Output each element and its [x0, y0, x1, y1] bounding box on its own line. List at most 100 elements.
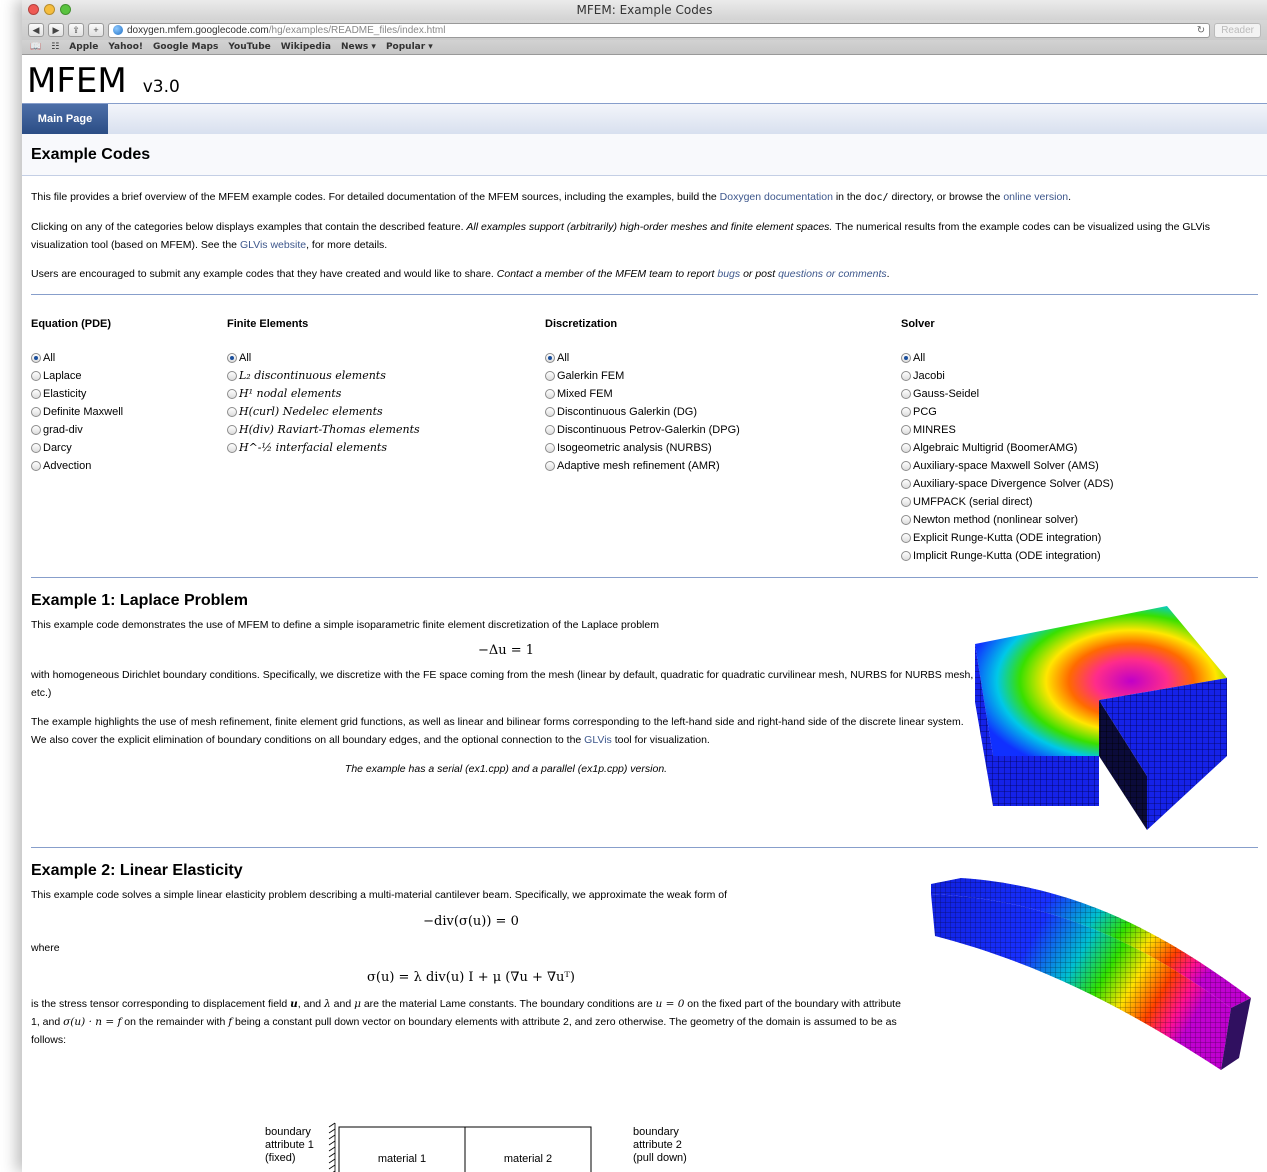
radio-icon[interactable] [901, 371, 911, 381]
reader-button[interactable]: Reader [1214, 22, 1261, 38]
mesh-left-face [993, 756, 1099, 806]
radio-icon[interactable] [901, 389, 911, 399]
radio-icon[interactable] [227, 389, 237, 399]
option-newton[interactable]: Newton method (nonlinear solver) [901, 511, 1114, 529]
intro1-text-b: in the [832, 191, 865, 203]
option-all[interactable]: All [545, 349, 740, 367]
option-pcg[interactable]: PCG [901, 403, 1114, 421]
address-bar[interactable]: doxygen.mfem.googlecode.com/hg/examples/… [108, 22, 1211, 38]
option-hdiv[interactable]: H(div) Raviart-Thomas elements [227, 421, 420, 439]
radio-icon[interactable] [31, 443, 41, 453]
bookmarks-bar: 📖 ☷ Apple Yahoo! Google Maps YouTube Wik… [22, 40, 1267, 55]
back-button[interactable]: ◀ [28, 23, 44, 37]
option-darcy[interactable]: Darcy [31, 439, 123, 457]
option-h1[interactable]: H¹ nodal elements [227, 385, 420, 403]
radio-icon[interactable] [901, 407, 911, 417]
radio-icon[interactable] [901, 497, 911, 507]
reload-icon[interactable]: ↻ [1197, 25, 1205, 36]
option-amr[interactable]: Adaptive mesh refinement (AMR) [545, 457, 740, 475]
add-bookmark-button[interactable]: + [88, 23, 104, 37]
bugs-link[interactable]: bugs [717, 268, 740, 280]
online-version-link[interactable]: online version [1003, 191, 1068, 203]
option-h-half[interactable]: H^-½ interfacial elements [227, 439, 420, 457]
option-all[interactable]: All [901, 349, 1114, 367]
bookmark-apple[interactable]: Apple [69, 42, 98, 52]
bookmark-google-maps[interactable]: Google Maps [153, 42, 218, 52]
tab-main-page[interactable]: Main Page [22, 104, 108, 134]
option-galerkin[interactable]: Galerkin FEM [545, 367, 740, 385]
radio-selected-icon[interactable] [545, 353, 555, 363]
option-label: Explicit Runge-Kutta (ODE integration) [913, 532, 1102, 544]
option-implicit-rk[interactable]: Implicit Runge-Kutta (ODE integration) [901, 547, 1114, 565]
option-umfpack[interactable]: UMFPACK (serial direct) [901, 493, 1114, 511]
radio-icon[interactable] [901, 551, 911, 561]
page-content: This file provides a brief overview of t… [22, 188, 1267, 1172]
option-gauss-seidel[interactable]: Gauss-Seidel [901, 385, 1114, 403]
radio-icon[interactable] [227, 443, 237, 453]
glvis-website-link[interactable]: GLVis website [240, 239, 306, 251]
option-definite-maxwell[interactable]: Definite Maxwell [31, 403, 123, 421]
option-label: All [557, 352, 570, 364]
radio-icon[interactable] [901, 461, 911, 471]
radio-icon[interactable] [901, 425, 911, 435]
option-jacobi[interactable]: Jacobi [901, 367, 1114, 385]
close-window-button[interactable] [28, 4, 39, 15]
option-laplace[interactable]: Laplace [31, 367, 123, 385]
option-elasticity[interactable]: Elasticity [31, 385, 123, 403]
option-hcurl[interactable]: H(curl) Nedelec elements [227, 403, 420, 421]
zoom-window-button[interactable] [60, 4, 71, 15]
bookmark-yahoo[interactable]: Yahoo! [108, 42, 143, 52]
radio-icon[interactable] [31, 425, 41, 435]
bookmark-wikipedia[interactable]: Wikipedia [281, 42, 331, 52]
left-label-line-1: boundary [265, 1126, 311, 1138]
questions-link[interactable]: questions or comments [778, 268, 887, 280]
option-all[interactable]: All [31, 349, 123, 367]
forward-button[interactable]: ▶ [48, 23, 64, 37]
radio-icon[interactable] [901, 533, 911, 543]
radio-icon[interactable] [545, 389, 555, 399]
bookmark-popular[interactable]: Popular ▾ [386, 42, 433, 52]
option-all[interactable]: All [227, 349, 420, 367]
radio-icon[interactable] [901, 479, 911, 489]
radio-icon[interactable] [545, 461, 555, 471]
minimize-window-button[interactable] [44, 4, 55, 15]
radio-icon[interactable] [227, 407, 237, 417]
option-ads[interactable]: Auxiliary-space Divergence Solver (ADS) [901, 475, 1114, 493]
radio-icon[interactable] [31, 371, 41, 381]
radio-icon[interactable] [901, 443, 911, 453]
radio-icon[interactable] [545, 407, 555, 417]
radio-icon[interactable] [227, 425, 237, 435]
share-button[interactable]: ⇪ [68, 23, 84, 37]
book-icon[interactable]: 📖 [30, 42, 41, 52]
option-minres[interactable]: MINRES [901, 421, 1114, 439]
left-label-line-3: (fixed) [265, 1152, 296, 1164]
radio-icon[interactable] [545, 425, 555, 435]
radio-icon[interactable] [31, 407, 41, 417]
radio-icon[interactable] [227, 371, 237, 381]
option-boomeramg[interactable]: Algebraic Multigrid (BoomerAMG) [901, 439, 1114, 457]
option-advection[interactable]: Advection [31, 457, 123, 475]
bookmark-news[interactable]: News ▾ [341, 42, 376, 52]
radio-icon[interactable] [31, 389, 41, 399]
option-label: Newton method (nonlinear solver) [913, 514, 1079, 526]
option-nurbs[interactable]: Isogeometric analysis (NURBS) [545, 439, 740, 457]
intro3-emphasis: Contact a member of the MFEM team to rep… [496, 268, 718, 280]
radio-selected-icon[interactable] [31, 353, 41, 363]
option-mixed[interactable]: Mixed FEM [545, 385, 740, 403]
grid-icon[interactable]: ☷ [51, 42, 59, 52]
option-ams[interactable]: Auxiliary-space Maxwell Solver (AMS) [901, 457, 1114, 475]
radio-icon[interactable] [545, 371, 555, 381]
radio-selected-icon[interactable] [901, 353, 911, 363]
radio-icon[interactable] [545, 443, 555, 453]
radio-icon[interactable] [901, 515, 911, 525]
radio-icon[interactable] [31, 461, 41, 471]
bookmark-youtube[interactable]: YouTube [228, 42, 270, 52]
option-l2[interactable]: L₂ discontinuous elements [227, 367, 420, 385]
option-explicit-rk[interactable]: Explicit Runge-Kutta (ODE integration) [901, 529, 1114, 547]
option-dg[interactable]: Discontinuous Galerkin (DG) [545, 403, 740, 421]
option-dpg[interactable]: Discontinuous Petrov-Galerkin (DPG) [545, 421, 740, 439]
glvis-link[interactable]: GLVis [584, 734, 612, 746]
option-grad-div[interactable]: grad-div [31, 421, 123, 439]
doxygen-link[interactable]: Doxygen documentation [720, 191, 833, 203]
radio-selected-icon[interactable] [227, 353, 237, 363]
